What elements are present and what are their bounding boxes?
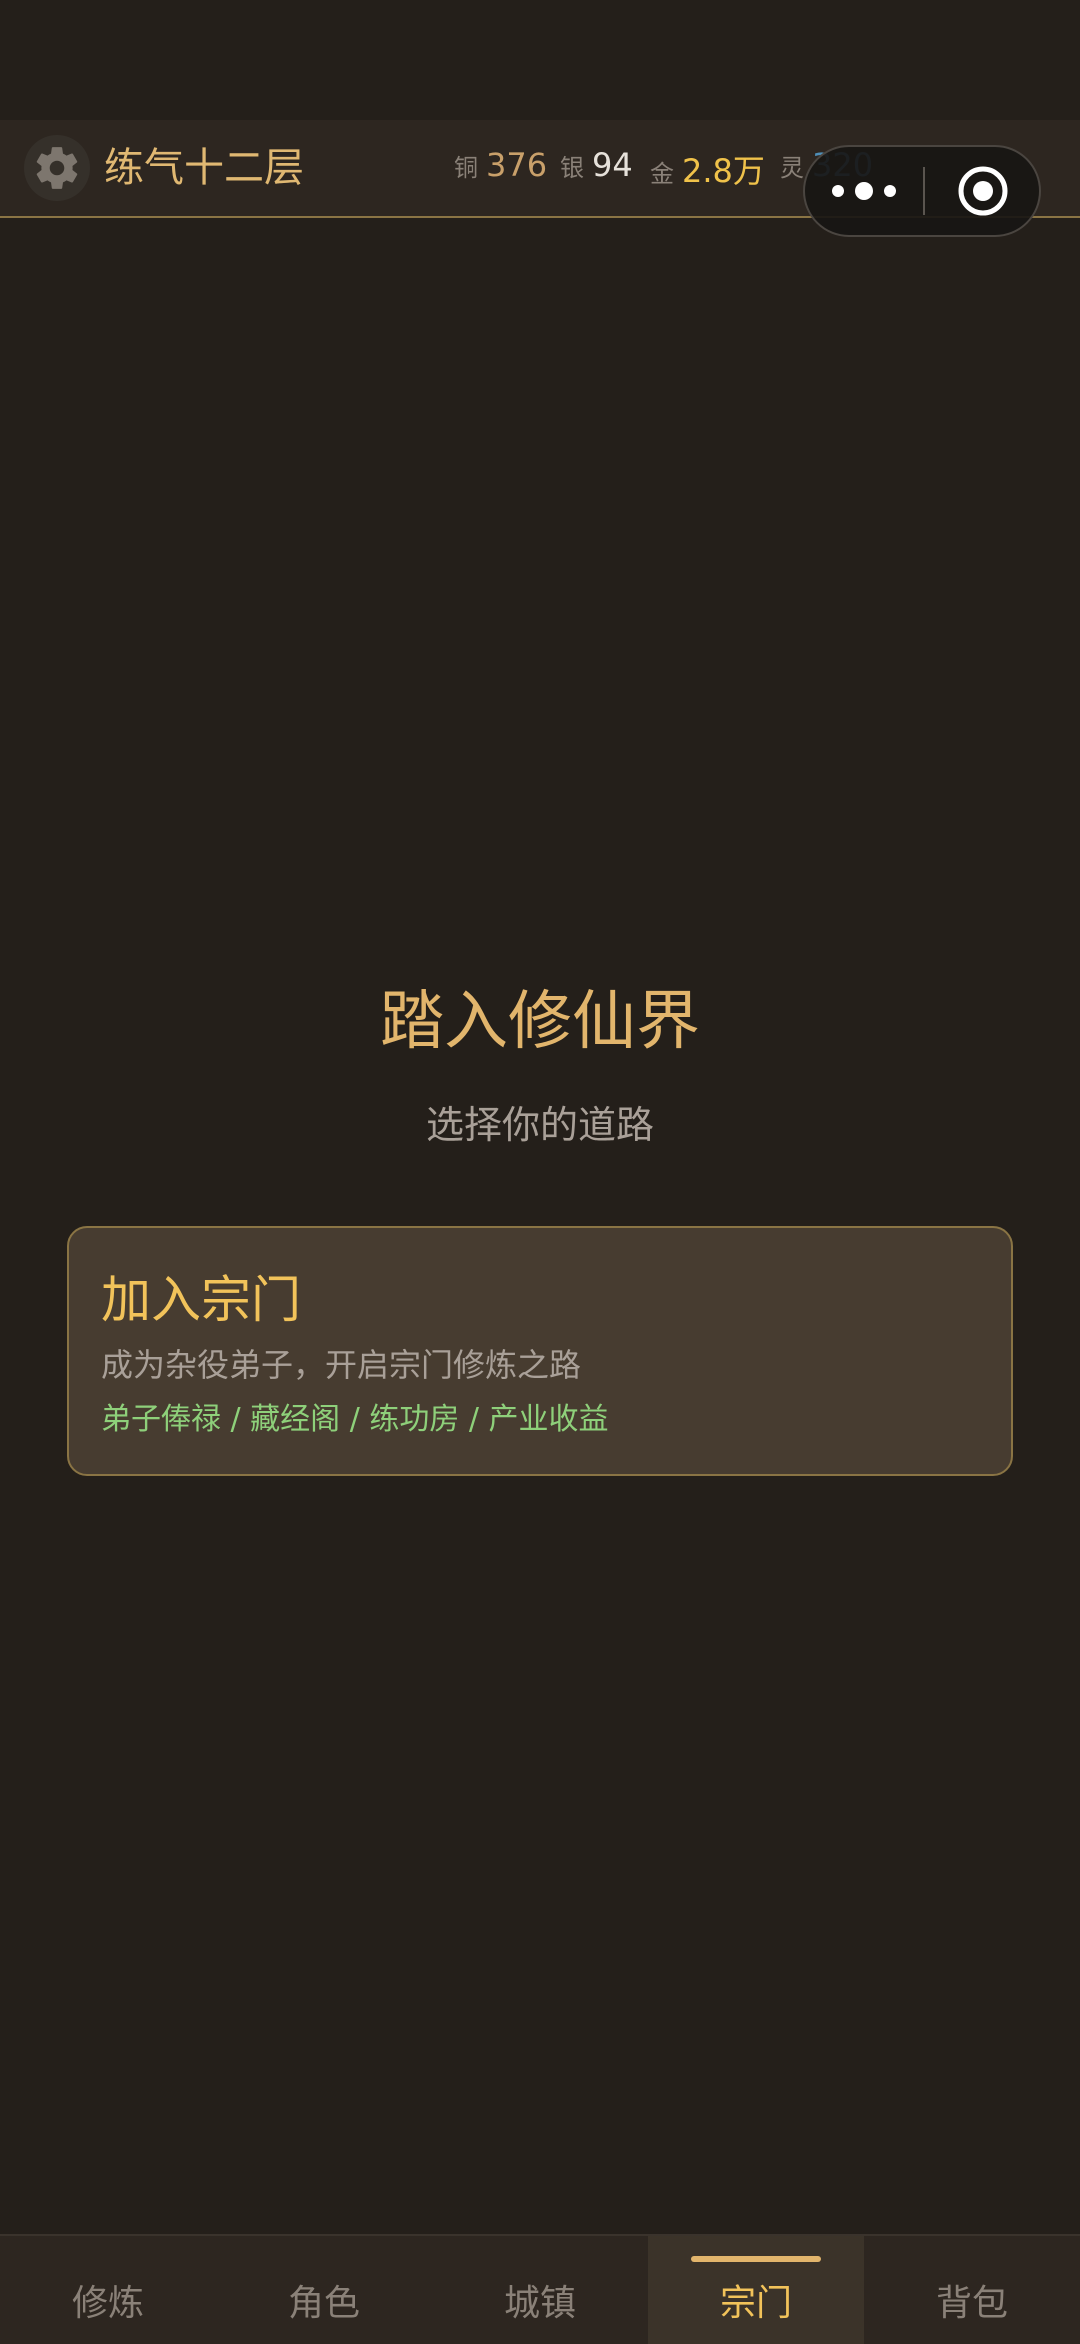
join-sect-title: 加入宗门 bbox=[101, 1271, 301, 1329]
currency-silver-value: 94 bbox=[592, 146, 633, 184]
join-sect-perks: 弟子俸禄 / 藏经阁 / 练功房 / 产业收益 bbox=[101, 1402, 609, 1437]
tab-cultivate[interactable]: 修炼 bbox=[0, 2236, 216, 2344]
welcome-title: 踏入修仙界 bbox=[380, 985, 700, 1059]
tab-town-label: 城镇 bbox=[503, 2283, 576, 2324]
more-dots-icon bbox=[832, 182, 896, 200]
currency-silver: 银 94 bbox=[560, 146, 633, 194]
miniprogram-capsule bbox=[803, 145, 1041, 237]
currency-copper-label: 铜 bbox=[454, 154, 478, 182]
tab-character[interactable]: 角色 bbox=[216, 2236, 432, 2344]
tab-town[interactable]: 城镇 bbox=[432, 2236, 648, 2344]
currency-gold-value: 2.8万 bbox=[682, 152, 765, 190]
capsule-more-button[interactable] bbox=[805, 147, 923, 235]
tab-sect[interactable]: 宗门 bbox=[648, 2236, 864, 2344]
join-sect-description: 成为杂役弟子，开启宗门修炼之路 bbox=[101, 1346, 582, 1384]
join-sect-card[interactable]: 加入宗门 成为杂役弟子，开启宗门修炼之路 弟子俸禄 / 藏经阁 / 练功房 / … bbox=[67, 1226, 1013, 1476]
status-bar-area bbox=[0, 0, 1080, 120]
tab-inventory[interactable]: 背包 bbox=[864, 2236, 1080, 2344]
gear-icon bbox=[36, 147, 78, 189]
settings-button[interactable] bbox=[24, 135, 90, 201]
bottom-tab-bar: 修炼 角色 城镇 宗门 背包 bbox=[0, 2234, 1080, 2344]
tab-inventory-label: 背包 bbox=[935, 2283, 1008, 2324]
currency-silver-label: 银 bbox=[560, 154, 584, 182]
target-close-icon bbox=[958, 166, 1008, 216]
currency-gold: 金 2.8万 bbox=[650, 146, 765, 194]
currency-copper: 铜 376 bbox=[454, 146, 547, 194]
currency-spirit-label: 灵 bbox=[780, 154, 804, 182]
currency-gold-label: 金 bbox=[650, 160, 674, 188]
tab-cultivate-label: 修炼 bbox=[71, 2283, 144, 2324]
currency-copper-value: 376 bbox=[486, 146, 548, 184]
welcome-subtitle: 选择你的道路 bbox=[425, 1103, 654, 1147]
capsule-close-button[interactable] bbox=[925, 147, 1041, 235]
cultivation-realm: 练气十二层 bbox=[104, 145, 304, 191]
tab-character-label: 角色 bbox=[287, 2283, 360, 2324]
tab-sect-label: 宗门 bbox=[719, 2283, 792, 2324]
